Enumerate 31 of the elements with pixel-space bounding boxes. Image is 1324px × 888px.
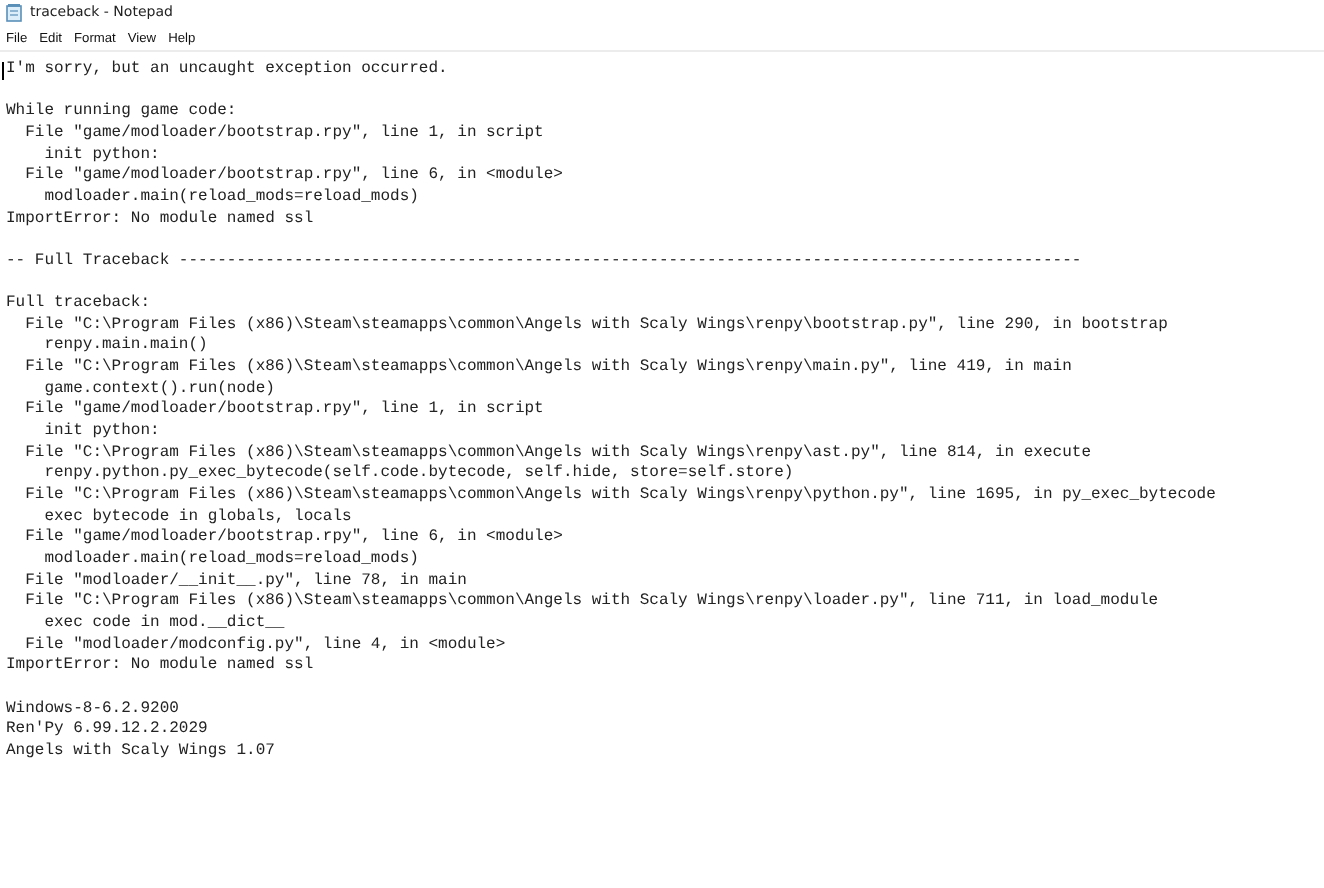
text-line: modloader.main(reload_mods=reload_mods)	[42, 550, 419, 572]
text-line: File "game/modloader/bootstrap.rpy", line 6, in <module>	[23, 166, 563, 188]
text-line: -- Full Traceback ----------------------------------------------------------------------------------------------	[6, 251, 1082, 274]
text-cursor	[2, 62, 4, 80]
text-line: File "game/modloader/bootstrap.rpy", line 1, in script	[23, 400, 544, 422]
text-line: init python:	[42, 422, 160, 444]
text-line: I'm sorry, but an uncaught exception occurred.	[6, 60, 448, 82]
text-line: Full traceback:	[6, 294, 151, 316]
text-line: File "modloader/modconfig.py", line 4, in <module>	[23, 635, 506, 656]
text-line: Angels with Scaly Wings 1.07	[6, 741, 275, 764]
text-line: ImportError: No module named ssl	[6, 656, 314, 678]
text-line: File "C:\Program Files (x86)\Steam\steamapps\common\Angels with Scaly Wings\renpy\ast.py", line 814, in execute	[23, 443, 1091, 464]
text-line: Windows-8-6.2.9200	[6, 699, 179, 720]
text-line: Ren'Py 6.99.12.2.2029	[6, 720, 208, 742]
text-line: File "game/modloader/bootstrap.rpy", line 1, in script	[23, 123, 544, 146]
text-line: modloader.main(reload_mods=reload_mods)	[42, 187, 419, 210]
text-line: game.context().run(node)	[42, 379, 275, 400]
text-line: renpy.main.main()	[42, 336, 208, 358]
text-line: renpy.python.py_exec_bytecode(self.code.bytecode, self.hide, store=self.store)	[42, 464, 794, 486]
text-line: init python:	[42, 145, 160, 166]
text-line: File "C:\Program Files (x86)\Steam\steamapps\common\Angels with Scaly Wings\renpy\python.py", line 1695, in py_exec_bytecode	[23, 486, 1216, 508]
text-line: File "C:\Program Files (x86)\Steam\steamapps\common\Angels with Scaly Wings\renpy\bootstrap.py", line 290, in bootstrap	[23, 315, 1168, 336]
text-line: File "C:\Program Files (x86)\Steam\steamapps\common\Angels with Scaly Wings\renpy\main.py", line 419, in main	[23, 358, 1072, 380]
notepad-icon	[6, 3, 22, 21]
text-line: File "modloader/__init__.py", line 78, in main	[23, 571, 467, 592]
text-line: While running game code:	[6, 102, 237, 124]
text-line: File "C:\Program Files (x86)\Steam\steamapps\common\Angels with Scaly Wings\renpy\loader.py", line 711, in load_module	[23, 592, 1159, 614]
text-line: File "game/modloader/bootstrap.rpy", line 6, in <module>	[23, 528, 563, 550]
text-line: ImportError: No module named ssl	[6, 209, 314, 231]
text-line: exec bytecode in globals, locals	[42, 507, 352, 528]
text-line: exec code in mod.__dict__	[42, 614, 285, 636]
